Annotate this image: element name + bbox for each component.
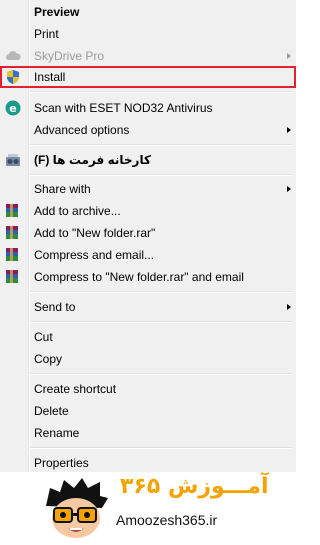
menu-item-label: Rename (34, 426, 80, 440)
menu-item-label: Add to "New folder.rar" (34, 226, 156, 240)
watermark-persian-text: آمـــوزش ۳۶۵ (120, 474, 269, 499)
menu-item-label: Create shortcut (34, 382, 117, 396)
menu-item-label: SkyDrive Pro (34, 49, 105, 63)
submenu-arrow-icon (287, 186, 291, 192)
menu-item-label: Add to archive... (34, 204, 121, 218)
format-factory-icon (6, 154, 20, 166)
menu-item-label: Install (34, 70, 66, 84)
submenu-arrow-icon (287, 304, 291, 310)
menu-item-preview[interactable]: Preview (0, 1, 296, 23)
menu-item-label: Cut (34, 330, 53, 344)
menu-separator (30, 91, 292, 93)
menu-item-eset-scan[interactable]: e Scan with ESET NOD32 Antivirus (0, 97, 296, 119)
menu-item-label: Preview (34, 5, 80, 19)
uac-shield-icon (7, 70, 19, 84)
menu-item-rename[interactable]: Rename (0, 422, 296, 444)
winrar-icon (6, 226, 18, 239)
winrar-icon (6, 270, 18, 283)
menu-item-print[interactable]: Print (0, 23, 296, 45)
submenu-arrow-icon (287, 127, 291, 133)
winrar-icon (6, 248, 18, 261)
skydrive-cloud-icon (6, 51, 21, 60)
menu-item-label: Copy (34, 352, 63, 366)
menu-separator (30, 144, 292, 146)
menu-item-label: Delete (34, 404, 69, 418)
menu-item-advanced-options[interactable]: Advanced options (0, 119, 296, 141)
menu-item-add-to-archive[interactable]: Add to archive... (0, 200, 296, 222)
glasses-boy-mascot-icon (46, 478, 108, 538)
menu-item-label: Properties (34, 456, 89, 470)
menu-separator (30, 447, 292, 449)
menu-separator (30, 174, 292, 176)
menu-item-label: Send to (34, 300, 76, 314)
menu-item-label: Advanced options (34, 123, 130, 137)
context-menu: Preview Print SkyDrive Pro Install e Sca… (0, 0, 296, 472)
menu-item-share-with[interactable]: Share with (0, 178, 296, 200)
menu-item-label: Compress and email... (34, 248, 155, 262)
menu-item-cut[interactable]: Cut (0, 326, 296, 348)
menu-item-delete[interactable]: Delete (0, 400, 296, 422)
menu-item-add-to-rar[interactable]: Add to "New folder.rar" (0, 222, 296, 244)
menu-separator (30, 373, 292, 375)
eset-icon: e (5, 100, 21, 116)
menu-item-copy[interactable]: Copy (0, 348, 296, 370)
menu-separator (30, 291, 292, 293)
watermark-site-text: Amoozesh365.ir (116, 512, 218, 528)
menu-item-properties[interactable]: Properties (0, 452, 296, 474)
menu-item-label: کارخانه فرمت ها (F) (34, 153, 151, 167)
menu-item-create-shortcut[interactable]: Create shortcut (0, 378, 296, 400)
menu-item-label: Compress to "New folder.rar" and email (34, 270, 244, 284)
menu-item-compress-and-email[interactable]: Compress and email... (0, 244, 296, 266)
menu-item-label: Scan with ESET NOD32 Antivirus (34, 101, 213, 115)
menu-item-format-factory[interactable]: کارخانه فرمت ها (F) (0, 149, 296, 171)
menu-item-label: Share with (34, 182, 91, 196)
svg-text:e: e (9, 102, 16, 115)
submenu-arrow-icon (287, 53, 291, 59)
menu-item-skydrive-pro[interactable]: SkyDrive Pro (0, 45, 296, 67)
menu-item-compress-to-rar-and-email[interactable]: Compress to "New folder.rar" and email (0, 266, 296, 288)
menu-item-send-to[interactable]: Send to (0, 296, 296, 318)
menu-separator (30, 321, 292, 323)
watermark-area: آمـــوزش ۳۶۵ Amoozesh365.ir (0, 472, 296, 545)
winrar-icon (6, 204, 18, 217)
menu-item-install[interactable]: Install (0, 66, 296, 88)
menu-item-label: Print (34, 27, 59, 41)
